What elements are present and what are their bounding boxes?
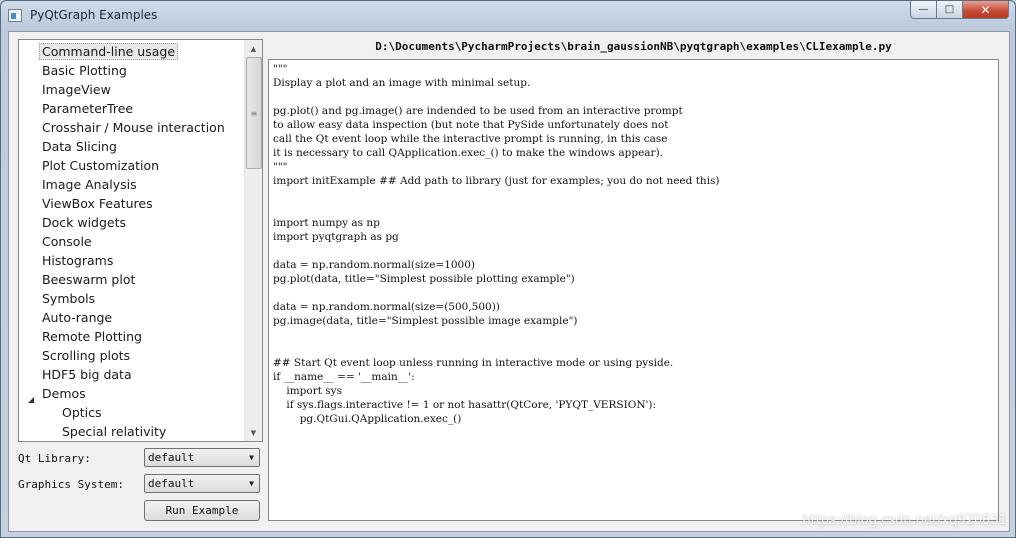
code-line: import sys	[273, 385, 342, 397]
tree-item[interactable]: Remote Plotting	[42, 327, 142, 346]
qt-library-label: Qt Library:	[18, 452, 91, 465]
main-panel: Command-line usage Basic Plotting ImageVie…	[8, 31, 1010, 532]
tree-item[interactable]: Dock widgets	[42, 213, 126, 232]
window-title: PyQtGraph Examples	[30, 8, 158, 22]
code-line: pg.image(data, title="Simplest possible …	[273, 315, 578, 327]
tree-item[interactable]: Console	[42, 232, 92, 251]
scrollbar-thumb[interactable]: ≡	[246, 57, 262, 169]
code-line: call the Qt event loop while the interac…	[273, 133, 668, 145]
tree-item-label: ImageView	[42, 82, 111, 97]
tree-item-label: Data Slicing	[42, 139, 117, 154]
tree-item-label: Special relativity	[62, 424, 167, 439]
tree-item[interactable]: Optics	[62, 403, 102, 422]
tree-item-label: Demos	[42, 386, 86, 401]
minimize-button[interactable]: —	[910, 1, 937, 19]
code-line: """	[273, 63, 288, 75]
code-line: to allow easy data inspection (but note …	[273, 119, 669, 131]
tree-item-label: ParameterTree	[42, 101, 134, 116]
tree-item[interactable]: Crosshair / Mouse interaction	[42, 118, 225, 137]
tree-item-label: Remote Plotting	[42, 329, 142, 344]
code-line: import numpy as np	[273, 217, 380, 229]
code-line: data = np.random.normal(size=1000)	[273, 259, 476, 271]
tree-item-label: Image Analysis	[42, 177, 137, 192]
tree-item-label: Command-line usage	[39, 43, 179, 60]
tree-item[interactable]: Plot Customization	[42, 156, 159, 175]
tree-item-label: Crosshair / Mouse interaction	[42, 120, 225, 135]
code-line: data = np.random.normal(size=(500,500))	[273, 301, 500, 313]
tree-item[interactable]: Scrolling plots	[42, 346, 130, 365]
code-line: """	[273, 161, 288, 173]
tree-item-label: Console	[42, 234, 92, 249]
code-line: import initExample ## Add path to librar…	[273, 175, 720, 187]
code-line: if sys.flags.interactive != 1 or not has…	[273, 399, 657, 411]
tree-item[interactable]: Beeswarm plot	[42, 270, 135, 289]
tree-item-label: Basic Plotting	[42, 63, 127, 78]
tree-item[interactable]: Data Slicing	[42, 137, 117, 156]
tree-item[interactable]: ◢ Demos	[28, 384, 86, 404]
code-line: import pyqtgraph as pg	[273, 231, 399, 243]
qt-library-select[interactable]: default ▼	[144, 448, 260, 467]
tree-item[interactable]: ViewBox Features	[42, 194, 153, 213]
code-line: it is necessary to call QApplication.exe…	[273, 147, 664, 159]
code-line: Display a plot and an image with minimal…	[273, 77, 531, 89]
tree-item[interactable]: Auto-range	[42, 308, 112, 327]
tree-item-label: Scrolling plots	[42, 348, 131, 363]
title-bar[interactable]: PyQtGraph Examples — □ ✕	[1, 1, 1015, 31]
chevron-down-icon: ▼	[249, 453, 254, 462]
app-icon	[8, 9, 22, 22]
chevron-down-icon: ▼	[249, 479, 254, 488]
expand-arrow-icon[interactable]: ◢	[28, 390, 34, 409]
tree-item-label: Histograms	[42, 253, 114, 268]
code-editor[interactable]: """ Display a plot and an image with mini…	[268, 59, 999, 521]
tree-item[interactable]: ImageView	[42, 80, 111, 99]
file-path: D:\Documents\PycharmProjects\brain_gauss…	[375, 40, 892, 53]
window-controls: — □ ✕	[910, 1, 1009, 20]
graphics-system-select[interactable]: default ▼	[144, 474, 260, 493]
run-example-button[interactable]: Run Example	[144, 500, 260, 521]
tree-item[interactable]: Histograms	[42, 251, 113, 270]
tree-item[interactable]: Image Analysis	[42, 175, 137, 194]
tree-item[interactable]: Command-line usage	[39, 42, 179, 61]
tree-item-label: Dock widgets	[42, 215, 127, 230]
tree-item[interactable]: Special relativity	[62, 422, 166, 441]
examples-tree[interactable]: Command-line usage Basic Plotting ImageVie…	[18, 39, 263, 442]
graphics-system-label: Graphics System:	[18, 478, 124, 491]
tree-item-label: Symbols	[42, 291, 96, 306]
scroll-down-icon[interactable]: ▼	[245, 424, 262, 441]
tree-item-label: ViewBox Features	[42, 196, 153, 211]
code-line: ## Start Qt event loop unless running in…	[273, 357, 674, 369]
tree-item-label: Beeswarm plot	[42, 272, 136, 287]
code-line: if __name__ == '__main__':	[273, 371, 415, 383]
close-icon: ✕	[980, 2, 991, 17]
tree-item-label: HDF5 big data	[42, 367, 132, 382]
maximize-icon: □	[944, 4, 955, 15]
tree-item[interactable]: ParameterTree	[42, 99, 133, 118]
qt-library-value: default	[148, 451, 195, 464]
scroll-up-icon[interactable]: ▲	[245, 40, 262, 57]
code-line: pg.plot() and pg.image() are indended to…	[273, 105, 683, 117]
tree-item[interactable]: HDF5 big data	[42, 365, 132, 384]
graphics-system-value: default	[148, 477, 195, 490]
tree-scrollbar[interactable]: ▲ ≡ ▼	[244, 40, 262, 441]
tree-item[interactable]: Basic Plotting	[42, 61, 127, 80]
code-line: pg.plot(data, title="Simplest possible p…	[273, 273, 575, 285]
watermark: https://blog.csdn.net/xq920831	[802, 513, 1007, 528]
tree-item-label: Plot Customization	[42, 158, 160, 173]
tree-item-label: Auto-range	[42, 310, 113, 325]
tree-item[interactable]: Symbols	[42, 289, 95, 308]
maximize-button[interactable]: □	[937, 1, 963, 19]
minimize-icon: —	[918, 4, 929, 15]
app-window: PyQtGraph Examples — □ ✕ Command-line us…	[0, 0, 1016, 538]
tree-item-label: Optics	[62, 405, 102, 420]
close-button[interactable]: ✕	[963, 1, 1009, 19]
code-line: pg.QtGui.QApplication.exec_()	[273, 413, 462, 425]
